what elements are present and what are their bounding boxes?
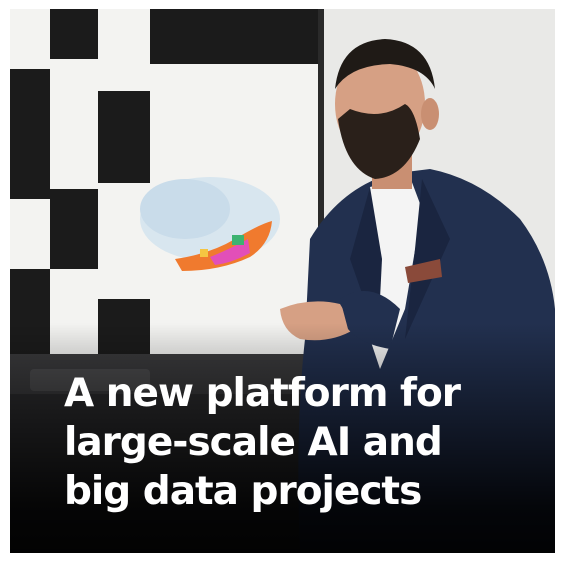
headline: A new platform for large-scale AI and bi… xyxy=(64,369,534,516)
headline-line-3: big data projects xyxy=(64,469,422,514)
headline-line-2: large-scale AI and xyxy=(64,420,443,465)
projection-screen xyxy=(10,9,320,359)
headline-line-1: A new platform for xyxy=(64,371,461,416)
promo-card: A new platform for large-scale AI and bi… xyxy=(10,9,555,553)
